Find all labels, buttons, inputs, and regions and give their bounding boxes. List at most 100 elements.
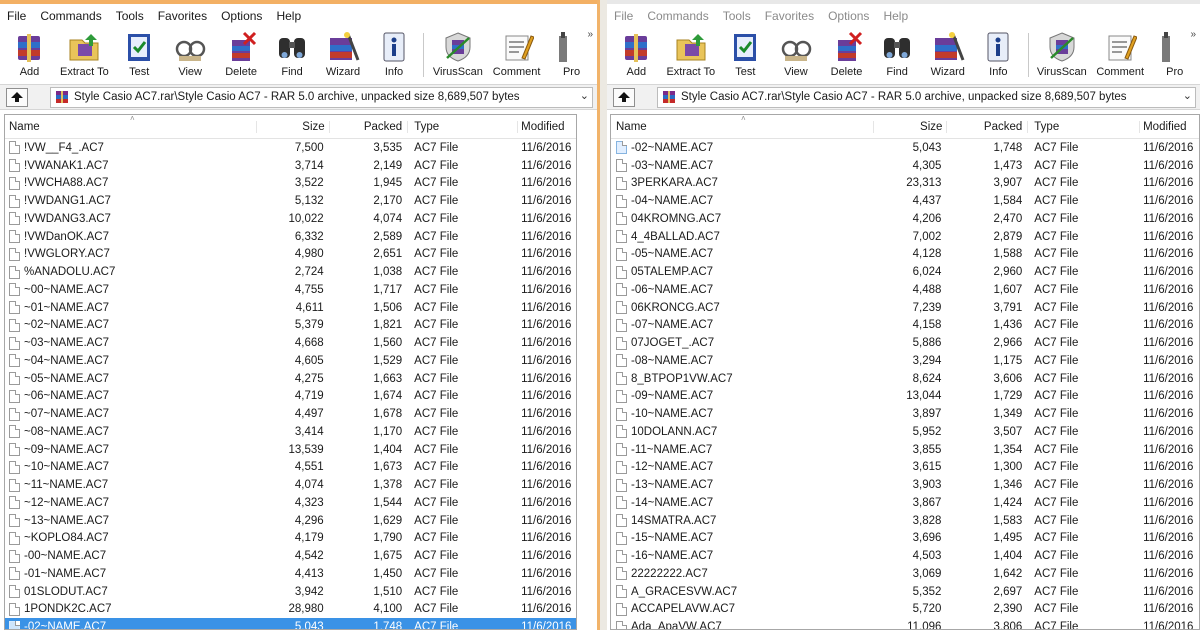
test-button[interactable]: Test bbox=[720, 27, 771, 78]
table-row[interactable]: -10~NAME.AC7 3,897 1,349 AC7 File 11/6/2016 bbox=[611, 405, 1199, 423]
table-row[interactable]: ~07~NAME.AC7 4,497 1,678 AC7 File 11/6/2016 bbox=[5, 405, 576, 423]
table-row[interactable]: ACCAPELAVW.AC7 5,720 2,390 AC7 File 11/6/201… bbox=[611, 601, 1199, 619]
add-button[interactable]: Add bbox=[4, 27, 55, 78]
column-header-packed[interactable]: Packed bbox=[328, 120, 408, 133]
virusscan-button[interactable]: VirusScan bbox=[428, 27, 487, 78]
table-row[interactable]: 8_BTPOP1VW.AC7 8,624 3,606 AC7 File 11/6/201… bbox=[611, 370, 1199, 388]
table-row[interactable]: ~00~NAME.AC7 4,755 1,717 AC7 File 11/6/2016 bbox=[5, 281, 576, 299]
table-row[interactable]: 06KRONCG.AC7 7,239 3,791 AC7 File 11/6/2016 bbox=[611, 299, 1199, 317]
comment-button[interactable]: Comment bbox=[1091, 27, 1149, 78]
table-row[interactable]: -15~NAME.AC7 3,696 1,495 AC7 File 11/6/2016 bbox=[611, 530, 1199, 548]
table-row[interactable]: 4_4BALLAD.AC7 7,002 2,879 AC7 File 11/6/2016 bbox=[611, 228, 1199, 246]
table-row[interactable]: -03~NAME.AC7 4,305 1,473 AC7 File 11/6/2016 bbox=[611, 157, 1199, 175]
info-button[interactable]: Info bbox=[973, 27, 1024, 78]
table-row[interactable]: ~08~NAME.AC7 3,414 1,170 AC7 File 11/6/2016 bbox=[5, 423, 576, 441]
info-button[interactable]: Info bbox=[369, 27, 420, 78]
table-row[interactable]: -06~NAME.AC7 4,488 1,607 AC7 File 11/6/2016 bbox=[611, 281, 1199, 299]
add-button[interactable]: Add bbox=[611, 27, 662, 78]
dropdown-chevron-icon[interactable]: ⌄ bbox=[1183, 89, 1192, 102]
menu-favorites[interactable]: Favorites bbox=[765, 9, 814, 23]
up-folder-button[interactable] bbox=[613, 87, 635, 107]
table-row[interactable]: -07~NAME.AC7 4,158 1,436 AC7 File 11/6/2016 bbox=[611, 317, 1199, 335]
table-row[interactable]: A_GRACESVW.AC7 5,352 2,697 AC7 File 11/6/201… bbox=[611, 583, 1199, 601]
table-row[interactable]: 04KROMNG.AC7 4,206 2,470 AC7 File 11/6/2016 bbox=[611, 210, 1199, 228]
delete-button[interactable]: Delete bbox=[821, 27, 872, 78]
table-row[interactable]: !VWCHA88.AC7 3,522 1,945 AC7 File 11/6/2016 bbox=[5, 175, 576, 193]
table-row[interactable]: ~12~NAME.AC7 4,323 1,544 AC7 File 11/6/2016 bbox=[5, 494, 576, 512]
menu-favorites[interactable]: Favorites bbox=[158, 9, 207, 23]
table-row[interactable]: 14SMATRA.AC7 3,828 1,583 AC7 File 11/6/2016 bbox=[611, 512, 1199, 530]
test-button[interactable]: Test bbox=[114, 27, 165, 78]
table-row[interactable]: -16~NAME.AC7 4,503 1,404 AC7 File 11/6/2016 bbox=[611, 547, 1199, 565]
extract-to-button[interactable]: Extract To bbox=[662, 27, 720, 78]
dropdown-chevron-icon[interactable]: ⌄ bbox=[580, 89, 589, 102]
wizard-button[interactable]: Wizard bbox=[318, 27, 369, 78]
table-row[interactable]: ~10~NAME.AC7 4,551 1,673 AC7 File 11/6/2016 bbox=[5, 459, 576, 477]
menu-file[interactable]: File bbox=[614, 9, 633, 23]
table-row[interactable]: %ANADOLU.AC7 2,724 1,038 AC7 File 11/6/2016 bbox=[5, 263, 576, 281]
table-row[interactable]: 1PONDK2C.AC7 28,980 4,100 AC7 File 11/6/2016 bbox=[5, 601, 576, 619]
table-row[interactable]: -08~NAME.AC7 3,294 1,175 AC7 File 11/6/2016 bbox=[611, 352, 1199, 370]
find-button[interactable]: Find bbox=[872, 27, 923, 78]
menu-tools[interactable]: Tools bbox=[723, 9, 751, 23]
column-header-size[interactable]: Size bbox=[256, 120, 329, 133]
table-row[interactable]: -02~NAME.AC7 5,043 1,748 AC7 File 11/6/2016 bbox=[611, 139, 1199, 157]
comment-button[interactable]: Comment bbox=[487, 27, 546, 78]
table-row[interactable]: ~02~NAME.AC7 5,379 1,821 AC7 File 11/6/2016 bbox=[5, 317, 576, 335]
path-combobox[interactable]: Style Casio AC7.rar\Style Casio AC7 - RA… bbox=[657, 86, 1196, 108]
table-row[interactable]: ~06~NAME.AC7 4,719 1,674 AC7 File 11/6/2016 bbox=[5, 388, 576, 406]
table-row[interactable]: ~01~NAME.AC7 4,611 1,506 AC7 File 11/6/2016 bbox=[5, 299, 576, 317]
table-row[interactable]: -12~NAME.AC7 3,615 1,300 AC7 File 11/6/2016 bbox=[611, 459, 1199, 477]
table-row[interactable]: -00~NAME.AC7 4,542 1,675 AC7 File 11/6/2016 bbox=[5, 547, 576, 565]
table-row[interactable]: ~04~NAME.AC7 4,605 1,529 AC7 File 11/6/2016 bbox=[5, 352, 576, 370]
column-header-type[interactable]: Type bbox=[407, 120, 517, 133]
extract-to-button[interactable]: Extract To bbox=[55, 27, 114, 78]
table-row[interactable]: 10DOLANN.AC7 5,952 3,507 AC7 File 11/6/2016 bbox=[611, 423, 1199, 441]
table-row[interactable]: -13~NAME.AC7 3,903 1,346 AC7 File 11/6/2016 bbox=[611, 476, 1199, 494]
column-header-modified[interactable]: Modified bbox=[517, 120, 576, 133]
table-row[interactable]: !VWANAK1.AC7 3,714 2,149 AC7 File 11/6/2016 bbox=[5, 157, 576, 175]
toolbar-overflow-chevron-icon[interactable]: » bbox=[1190, 29, 1196, 40]
table-row[interactable]: -11~NAME.AC7 3,855 1,354 AC7 File 11/6/2016 bbox=[611, 441, 1199, 459]
table-row[interactable]: ~09~NAME.AC7 13,539 1,404 AC7 File 11/6/2016 bbox=[5, 441, 576, 459]
table-row[interactable]: 22222222.AC7 3,069 1,642 AC7 File 11/6/2016 bbox=[611, 565, 1199, 583]
table-row[interactable]: -02~NAME.AC7 5,043 1,748 AC7 File 11/6/2016 bbox=[5, 618, 576, 629]
table-row[interactable]: !VWGLORY.AC7 4,980 2,651 AC7 File 11/6/2016 bbox=[5, 246, 576, 264]
table-row[interactable]: !VWDANG3.AC7 10,022 4,074 AC7 File 11/6/2016 bbox=[5, 210, 576, 228]
view-button[interactable]: View bbox=[771, 27, 822, 78]
table-row[interactable]: -04~NAME.AC7 4,437 1,584 AC7 File 11/6/2016 bbox=[611, 192, 1199, 210]
table-row[interactable]: 01SLODUT.AC7 3,942 1,510 AC7 File 11/6/2016 bbox=[5, 583, 576, 601]
toolbar-overflow-chevron-icon[interactable]: » bbox=[587, 29, 593, 40]
table-row[interactable]: 3PERKARA.AC7 23,313 3,907 AC7 File 11/6/2016 bbox=[611, 175, 1199, 193]
table-row[interactable]: ~11~NAME.AC7 4,074 1,378 AC7 File 11/6/2016 bbox=[5, 476, 576, 494]
table-row[interactable]: -01~NAME.AC7 4,413 1,450 AC7 File 11/6/2016 bbox=[5, 565, 576, 583]
table-row[interactable]: 07JOGET_.AC7 5,886 2,966 AC7 File 11/6/2016 bbox=[611, 334, 1199, 352]
column-header-type[interactable]: Type bbox=[1027, 120, 1139, 133]
column-header-modified[interactable]: Modified bbox=[1139, 120, 1199, 133]
menu-commands[interactable]: Commands bbox=[40, 9, 101, 23]
up-folder-button[interactable] bbox=[6, 87, 28, 107]
menu-help[interactable]: Help bbox=[883, 9, 908, 23]
delete-button[interactable]: Delete bbox=[216, 27, 267, 78]
table-row[interactable]: ~13~NAME.AC7 4,296 1,629 AC7 File 11/6/2016 bbox=[5, 512, 576, 530]
menu-commands[interactable]: Commands bbox=[647, 9, 708, 23]
menu-tools[interactable]: Tools bbox=[116, 9, 144, 23]
column-header-size[interactable]: Size bbox=[872, 120, 947, 133]
table-row[interactable]: !VWDANG1.AC7 5,132 2,170 AC7 File 11/6/2016 bbox=[5, 192, 576, 210]
wizard-button[interactable]: Wizard bbox=[922, 27, 973, 78]
table-row[interactable]: ~03~NAME.AC7 4,668 1,560 AC7 File 11/6/2016 bbox=[5, 334, 576, 352]
view-button[interactable]: View bbox=[165, 27, 216, 78]
column-header-packed[interactable]: Packed bbox=[946, 120, 1027, 133]
table-row[interactable]: ~KOPLO84.AC7 4,179 1,790 AC7 File 11/6/2016 bbox=[5, 530, 576, 548]
table-row[interactable]: ~05~NAME.AC7 4,275 1,663 AC7 File 11/6/2016 bbox=[5, 370, 576, 388]
table-row[interactable]: !VW__F4_.AC7 7,500 3,535 AC7 File 11/6/2016 bbox=[5, 139, 576, 157]
table-row[interactable]: -14~NAME.AC7 3,867 1,424 AC7 File 11/6/2016 bbox=[611, 494, 1199, 512]
table-row[interactable]: Ada_ApaVW.AC7 11,096 3,806 AC7 File 11/6/201… bbox=[611, 618, 1199, 629]
path-combobox[interactable]: Style Casio AC7.rar\Style Casio AC7 - RA… bbox=[50, 86, 593, 108]
table-row[interactable]: -05~NAME.AC7 4,128 1,588 AC7 File 11/6/2016 bbox=[611, 246, 1199, 264]
table-row[interactable]: 05TALEMP.AC7 6,024 2,960 AC7 File 11/6/2016 bbox=[611, 263, 1199, 281]
menu-help[interactable]: Help bbox=[276, 9, 301, 23]
virusscan-button[interactable]: VirusScan bbox=[1033, 27, 1091, 78]
table-row[interactable]: -09~NAME.AC7 13,044 1,729 AC7 File 11/6/2016 bbox=[611, 388, 1199, 406]
find-button[interactable]: Find bbox=[267, 27, 318, 78]
